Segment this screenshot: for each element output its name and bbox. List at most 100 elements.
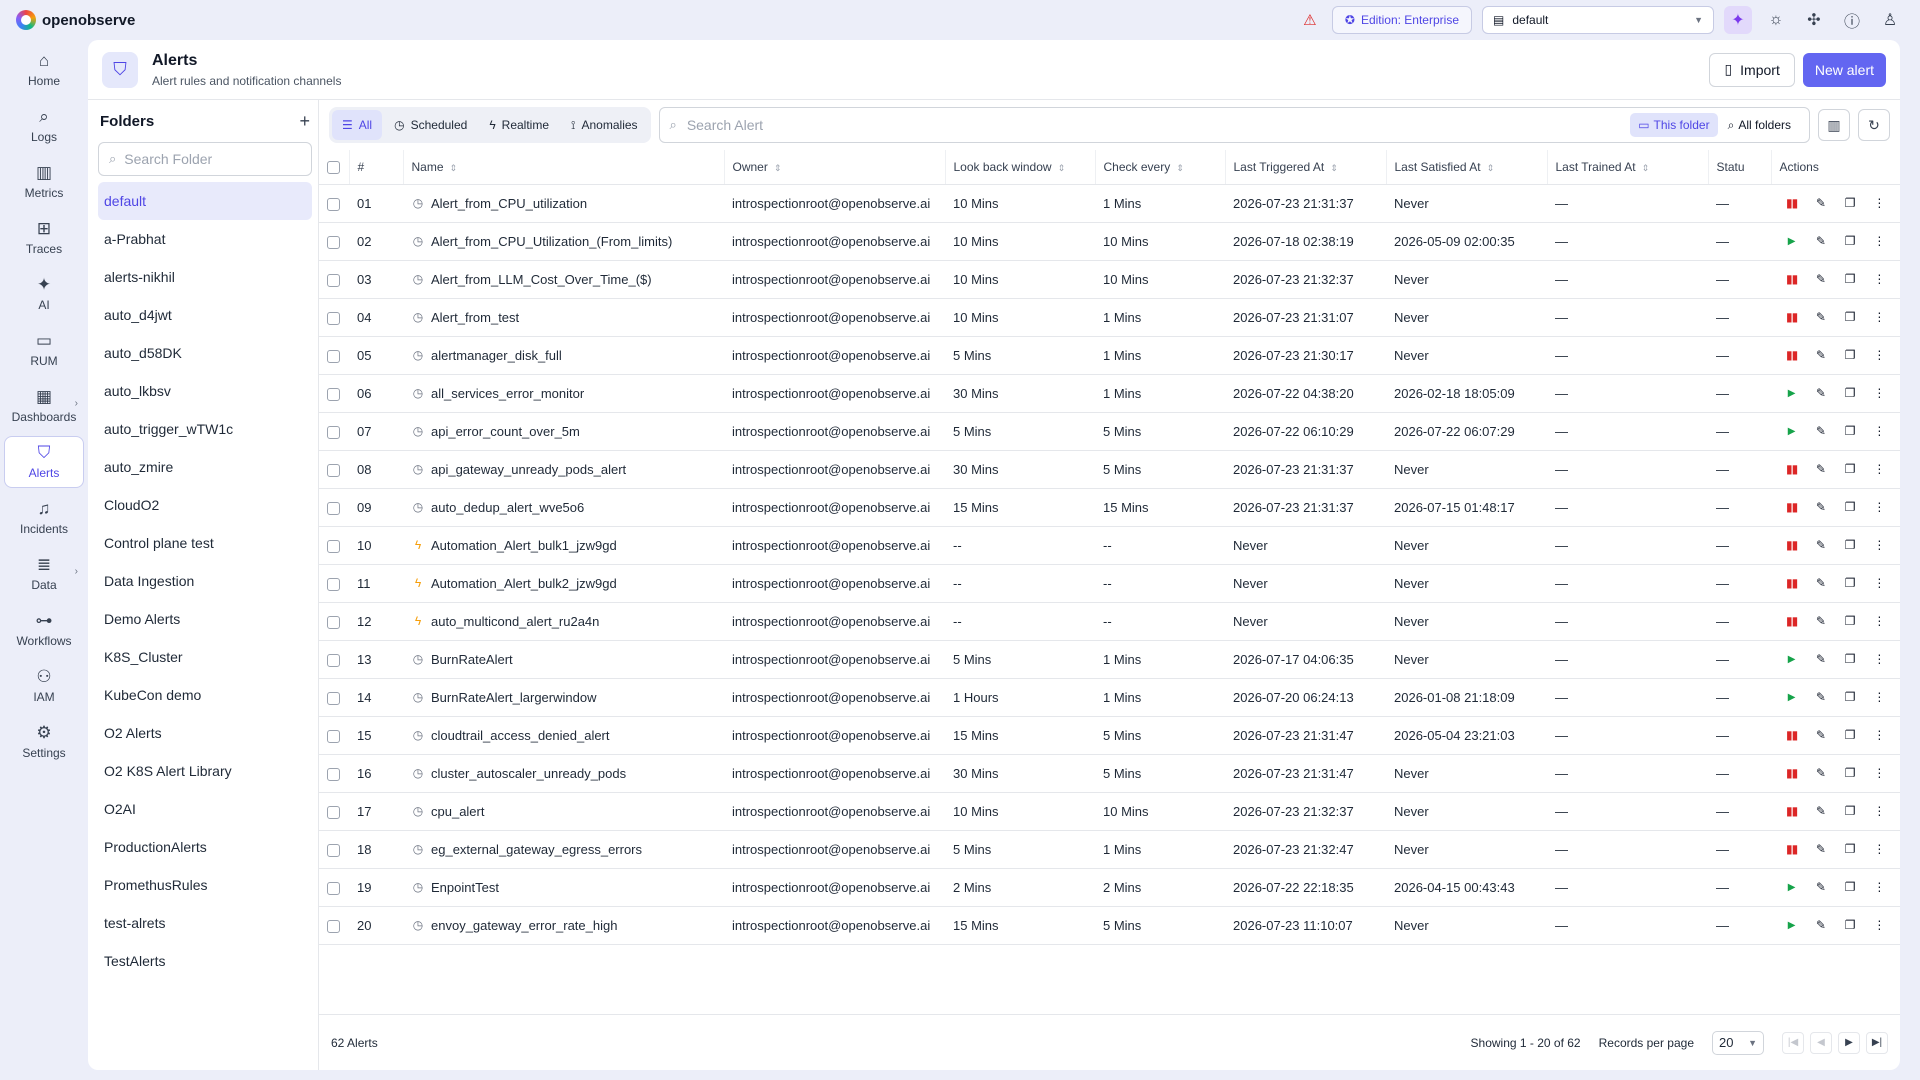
select-all-checkbox[interactable]	[327, 160, 340, 174]
alert-name-cell[interactable]: ◷ auto_dedup_alert_wve5o6	[403, 488, 724, 527]
table-row[interactable]: 04 ◷ Alert_from_test introspectionroot@open…	[319, 298, 1900, 337]
nav-item-incidents[interactable]: ♫ Incidents	[4, 492, 84, 544]
nav-item-home[interactable]: ⌂ Home	[4, 44, 84, 96]
edit-alert-button[interactable]: ✎	[1808, 267, 1833, 291]
alert-search-input[interactable]	[686, 117, 1621, 133]
row-checkbox[interactable]	[327, 805, 340, 819]
nav-item-rum[interactable]: ▭ RUM	[4, 324, 84, 376]
resume-alert-button[interactable]: ▶	[1779, 647, 1804, 671]
edit-alert-button[interactable]: ✎	[1808, 837, 1833, 861]
clone-alert-button[interactable]: ❐	[1838, 571, 1863, 595]
folder-item[interactable]: auto_zmire	[98, 448, 312, 486]
clone-alert-button[interactable]: ❐	[1838, 495, 1863, 519]
app-logo[interactable]: openobserve	[16, 10, 135, 30]
tab-scheduled[interactable]: ◷ Scheduled	[384, 110, 477, 140]
folder-search-input[interactable]	[124, 151, 295, 167]
row-checkbox[interactable]	[327, 235, 340, 249]
alert-name-cell[interactable]: ◷ Alert_from_LLM_Cost_Over_Time_($)	[403, 260, 724, 299]
row-checkbox[interactable]	[327, 197, 340, 211]
help-button[interactable]: ⓘ	[1838, 6, 1866, 34]
folder-item[interactable]: O2 K8S Alert Library	[98, 752, 312, 790]
more-actions-button[interactable]: ⋮	[1867, 229, 1892, 253]
clone-alert-button[interactable]: ❐	[1838, 837, 1863, 861]
alert-name-cell[interactable]: ◷ api_error_count_over_5m	[403, 412, 724, 451]
folder-item[interactable]: K8S_Cluster	[98, 638, 312, 676]
pause-alert-button[interactable]: ▮▮	[1779, 609, 1804, 633]
resume-alert-button[interactable]: ▶	[1779, 229, 1804, 253]
folder-item[interactable]: TestAlerts	[98, 942, 312, 980]
more-actions-button[interactable]: ⋮	[1867, 305, 1892, 329]
table-row[interactable]: 18 ◷ eg_external_gateway_egress_errors intr…	[319, 830, 1900, 869]
table-row[interactable]: 01 ◷ Alert_from_CPU_utilization introspecti…	[319, 184, 1900, 223]
clone-alert-button[interactable]: ❐	[1838, 723, 1863, 747]
more-actions-button[interactable]: ⋮	[1867, 913, 1892, 937]
clone-alert-button[interactable]: ❐	[1838, 229, 1863, 253]
more-actions-button[interactable]: ⋮	[1867, 647, 1892, 671]
clone-alert-button[interactable]: ❐	[1838, 457, 1863, 481]
alert-name-cell[interactable]: ◷ BurnRateAlert_largerwindow	[403, 678, 724, 717]
alert-name-cell[interactable]: ◷ envoy_gateway_error_rate_high	[403, 906, 724, 945]
more-actions-button[interactable]: ⋮	[1867, 343, 1892, 367]
table-row[interactable]: 20 ◷ envoy_gateway_error_rate_high introspe…	[319, 906, 1900, 945]
more-actions-button[interactable]: ⋮	[1867, 381, 1892, 405]
more-actions-button[interactable]: ⋮	[1867, 495, 1892, 519]
nav-item-dashboards[interactable]: ▦ Dashboards ›	[4, 380, 84, 432]
edit-alert-button[interactable]: ✎	[1808, 457, 1833, 481]
resume-alert-button[interactable]: ▶	[1779, 875, 1804, 899]
more-actions-button[interactable]: ⋮	[1867, 419, 1892, 443]
alert-name-cell[interactable]: ◷ alertmanager_disk_full	[403, 336, 724, 375]
col-check[interactable]: Check every ⇕	[1095, 150, 1226, 185]
import-button[interactable]: ▯ Import	[1709, 52, 1795, 87]
clone-alert-button[interactable]: ❐	[1838, 761, 1863, 785]
edit-alert-button[interactable]: ✎	[1808, 685, 1833, 709]
table-row[interactable]: 17 ◷ cpu_alert introspectionroot@openobserv…	[319, 792, 1900, 831]
edit-alert-button[interactable]: ✎	[1808, 533, 1833, 557]
prev-page-button[interactable]: ◀	[1810, 1031, 1832, 1054]
more-actions-button[interactable]: ⋮	[1867, 837, 1892, 861]
nav-item-traces[interactable]: ⊞ Traces	[4, 212, 84, 264]
row-checkbox[interactable]	[327, 311, 340, 325]
row-checkbox[interactable]	[327, 919, 340, 933]
row-checkbox[interactable]	[327, 425, 340, 439]
alert-name-cell[interactable]: ◷ cpu_alert	[403, 792, 724, 831]
resume-alert-button[interactable]: ▶	[1779, 685, 1804, 709]
clone-alert-button[interactable]: ❐	[1838, 381, 1863, 405]
row-checkbox[interactable]	[327, 349, 340, 363]
table-row[interactable]: 09 ◷ auto_dedup_alert_wve5o6 introspectionr…	[319, 488, 1900, 527]
theme-toggle-button[interactable]: ☼	[1762, 6, 1790, 34]
folder-item[interactable]: default	[98, 182, 312, 220]
edit-alert-button[interactable]: ✎	[1808, 571, 1833, 595]
tab-all[interactable]: ☰ All	[332, 110, 383, 140]
ai-assistant-button[interactable]: ✦	[1724, 6, 1752, 34]
folder-item[interactable]: Demo Alerts	[98, 600, 312, 638]
alert-name-cell[interactable]: ◷ cloudtrail_access_denied_alert	[403, 716, 724, 755]
table-row[interactable]: 19 ◷ EnpointTest introspectionroot@openobse…	[319, 868, 1900, 907]
pause-alert-button[interactable]: ▮▮	[1779, 457, 1804, 481]
col-owner[interactable]: Owner ⇕	[724, 150, 946, 185]
edition-badge[interactable]: ✪ Edition: Enterprise	[1331, 6, 1472, 34]
refresh-button[interactable]: ↻	[1858, 109, 1890, 141]
nav-item-logs[interactable]: ⌕ Logs	[4, 100, 84, 152]
clone-alert-button[interactable]: ❐	[1838, 191, 1863, 215]
new-alert-button[interactable]: New alert	[1802, 52, 1886, 87]
folder-item[interactable]: alerts-nikhil	[98, 258, 312, 296]
table-row[interactable]: 06 ◷ all_services_error_monitor introspecti…	[319, 374, 1900, 413]
alert-name-cell[interactable]: ϟ Automation_Alert_bulk1_jzw9gd	[403, 526, 724, 565]
next-page-button[interactable]: ▶	[1838, 1031, 1860, 1054]
folder-item[interactable]: Data Ingestion	[98, 562, 312, 600]
more-actions-button[interactable]: ⋮	[1867, 267, 1892, 291]
row-checkbox[interactable]	[327, 577, 340, 591]
add-folder-icon[interactable]: +	[299, 111, 310, 132]
edit-alert-button[interactable]: ✎	[1808, 647, 1833, 671]
pause-alert-button[interactable]: ▮▮	[1779, 305, 1804, 329]
pause-alert-button[interactable]: ▮▮	[1779, 343, 1804, 367]
warning-icon[interactable]: ⚠	[1298, 11, 1322, 29]
clone-alert-button[interactable]: ❐	[1838, 913, 1863, 937]
row-checkbox[interactable]	[327, 767, 340, 781]
tab-anomalies[interactable]: ⟟ Anomalies	[561, 110, 648, 140]
table-row[interactable]: 14 ◷ BurnRateAlert_largerwindow introspecti…	[319, 678, 1900, 717]
folder-item[interactable]: a-Prabhat	[98, 220, 312, 258]
more-actions-button[interactable]: ⋮	[1867, 533, 1892, 557]
folder-item[interactable]: test-alrets	[98, 904, 312, 942]
alert-name-cell[interactable]: ◷ Alert_from_test	[403, 298, 724, 337]
